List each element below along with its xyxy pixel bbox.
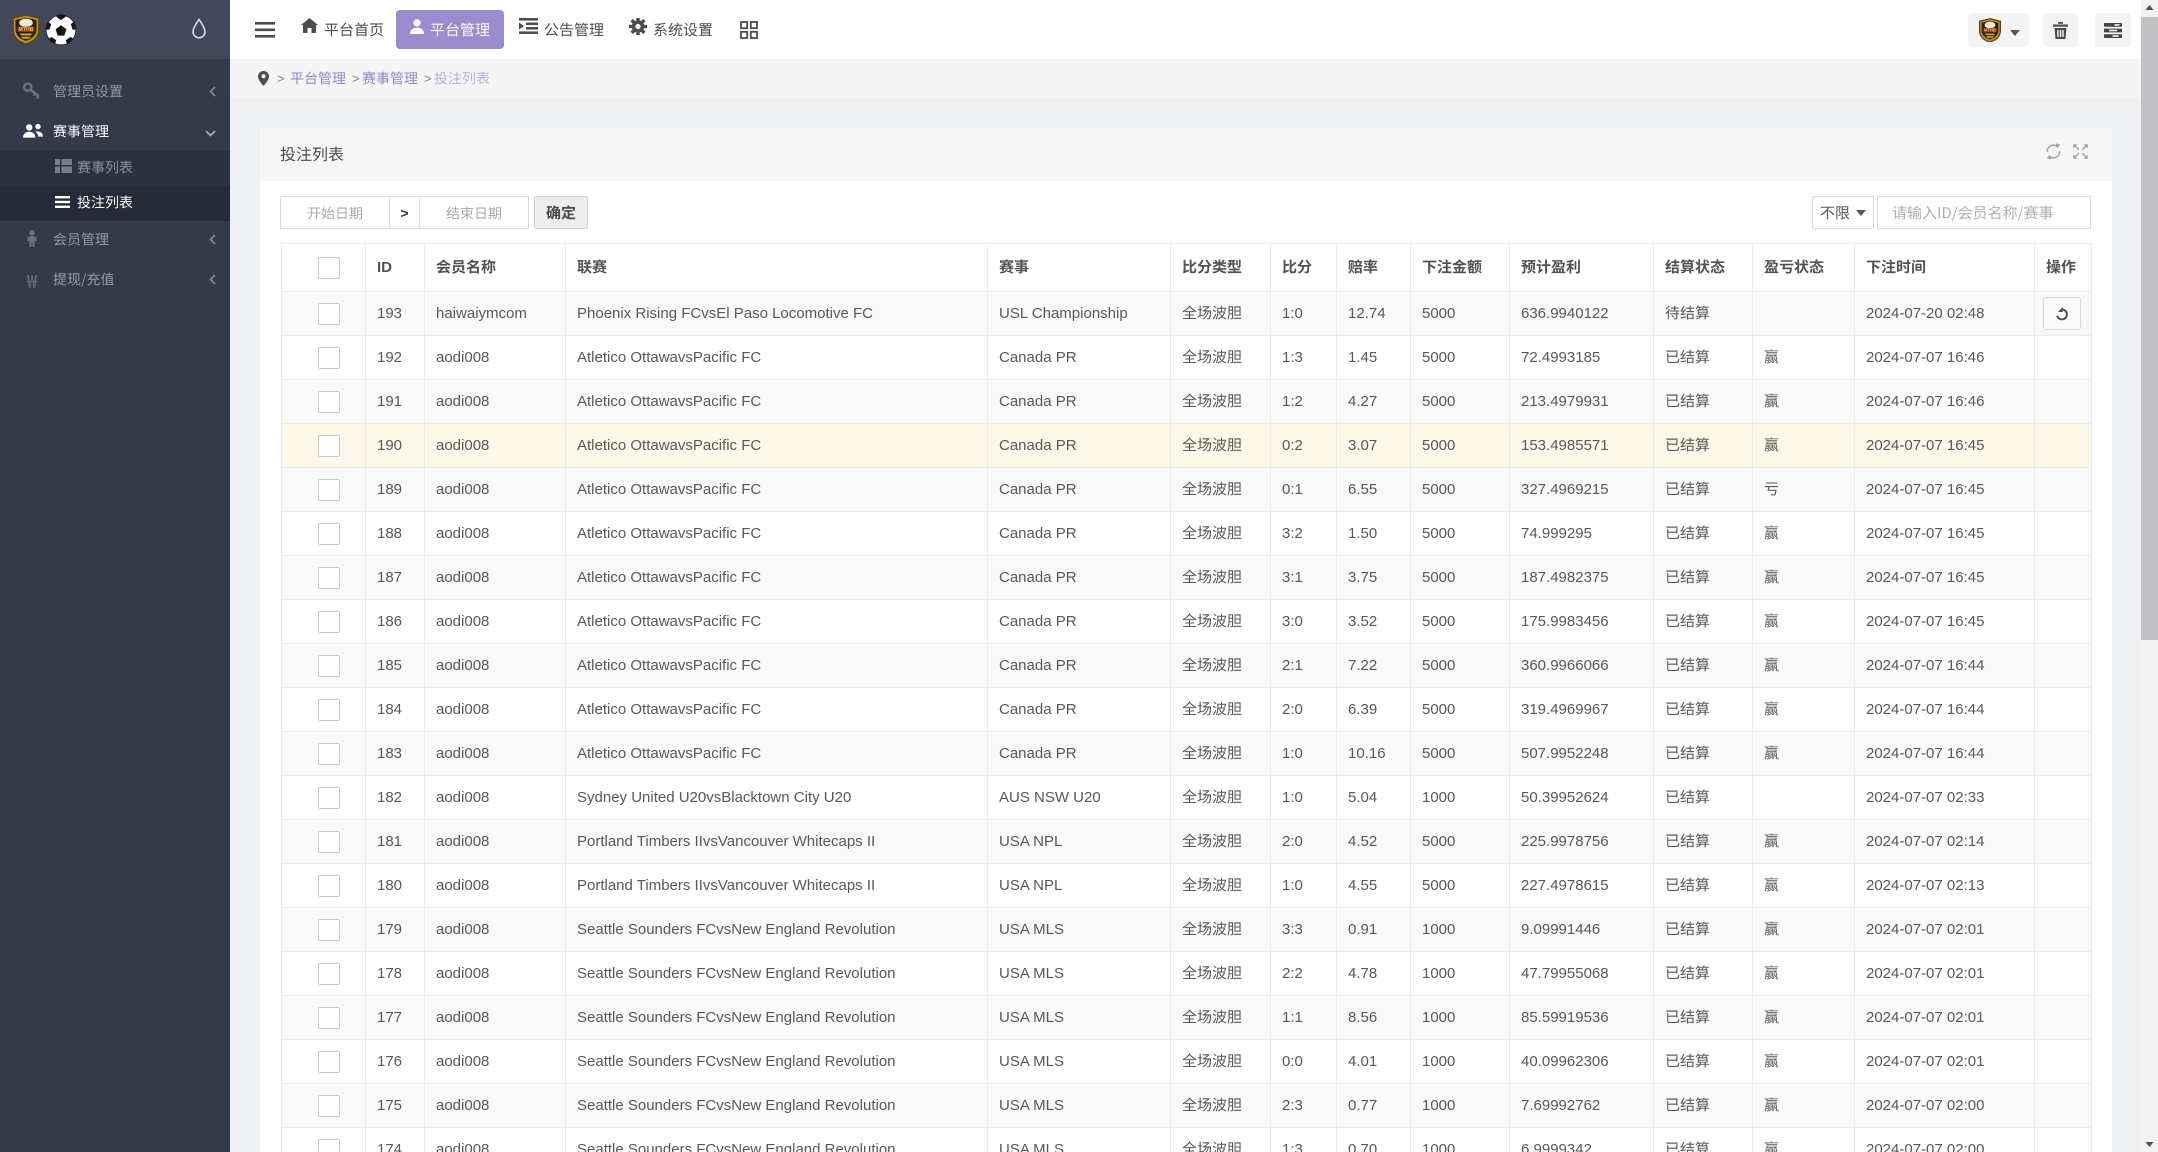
svg-text:MTHB: MTHB bbox=[1983, 28, 1995, 33]
svg-text:MTHB: MTHB bbox=[19, 27, 34, 33]
